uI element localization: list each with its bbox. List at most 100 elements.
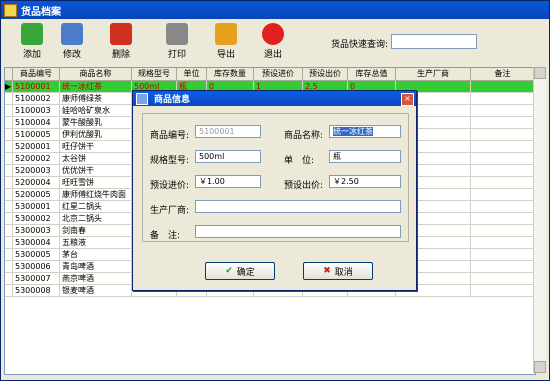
- table-cell[interactable]: 伊利优酸乳: [60, 129, 132, 140]
- row-indicator-header: [5, 68, 13, 80]
- table-cell[interactable]: [471, 93, 535, 104]
- dialog-title: 商品信息: [154, 95, 191, 105]
- row-indicator: [5, 273, 13, 284]
- row-indicator: [5, 141, 13, 152]
- table-cell[interactable]: [471, 201, 535, 212]
- table-cell[interactable]: 银麦啤酒: [60, 285, 132, 296]
- table-cell[interactable]: 5200003: [13, 165, 60, 176]
- table-cell[interactable]: [471, 153, 535, 164]
- unit-label: 单 位:: [284, 156, 315, 166]
- header-qty[interactable]: 库存数量: [207, 68, 254, 80]
- table-cell[interactable]: 青岛啤酒: [60, 261, 132, 272]
- exit-button[interactable]: 退出: [256, 23, 290, 60]
- table-cell[interactable]: 5300005: [13, 249, 60, 260]
- table-cell[interactable]: [471, 129, 535, 140]
- table-cell[interactable]: 娃哈哈矿泉水: [60, 105, 132, 116]
- table-cell[interactable]: 剑南春: [60, 225, 132, 236]
- table-cell[interactable]: 5100002: [13, 93, 60, 104]
- scroll-up-button[interactable]: [534, 67, 546, 79]
- table-cell[interactable]: 5200002: [13, 153, 60, 164]
- table-cell[interactable]: [471, 105, 535, 116]
- table-cell[interactable]: 5200001: [13, 141, 60, 152]
- table-cell[interactable]: [471, 213, 535, 224]
- table-cell[interactable]: [471, 273, 535, 284]
- maker-field[interactable]: [195, 200, 401, 213]
- table-cell[interactable]: 5300007: [13, 273, 60, 284]
- table-cell[interactable]: [471, 81, 535, 92]
- table-cell[interactable]: 5200004: [13, 177, 60, 188]
- table-cell[interactable]: 旺仔饼干: [60, 141, 132, 152]
- table-cell[interactable]: [471, 225, 535, 236]
- in-price-field[interactable]: ￥1.00: [195, 175, 261, 188]
- toolbar: 添加 修改 删除 打印 导出 退出 货品快速查询:: [1, 21, 549, 61]
- header-unit[interactable]: 单位: [177, 68, 207, 80]
- table-cell[interactable]: [471, 117, 535, 128]
- unit-field[interactable]: 瓶: [329, 150, 401, 163]
- print-button[interactable]: 打印: [160, 23, 194, 60]
- header-code[interactable]: 商品编号: [13, 68, 60, 80]
- table-cell[interactable]: 5300008: [13, 285, 60, 296]
- spec-field[interactable]: 500ml: [195, 150, 261, 163]
- scroll-down-button[interactable]: [534, 361, 546, 373]
- header-out-price[interactable]: 预设出价: [303, 68, 348, 80]
- table-cell[interactable]: [471, 261, 535, 272]
- table-cell[interactable]: 5100004: [13, 117, 60, 128]
- table-cell[interactable]: 5300004: [13, 237, 60, 248]
- table-cell[interactable]: 太谷饼: [60, 153, 132, 164]
- table-cell[interactable]: [471, 177, 535, 188]
- edit-label: 修改: [62, 50, 81, 60]
- table-cell[interactable]: 康师傅绿茶: [60, 93, 132, 104]
- table-cell[interactable]: 旺旺雪饼: [60, 177, 132, 188]
- ok-button[interactable]: ✔ 确定: [205, 262, 275, 280]
- exit-label: 退出: [263, 50, 282, 60]
- header-maker[interactable]: 生产厂商: [396, 68, 471, 80]
- delete-label: 删除: [111, 50, 130, 60]
- header-total[interactable]: 库存总值: [348, 68, 396, 80]
- cancel-button[interactable]: ✖ 取消: [303, 262, 373, 280]
- table-cell[interactable]: 统一冰红茶: [60, 81, 132, 92]
- edit-button[interactable]: 修改: [55, 23, 89, 60]
- delete-button[interactable]: 删除: [104, 23, 138, 60]
- table-cell[interactable]: [471, 249, 535, 260]
- header-in-price[interactable]: 预设进价: [254, 68, 303, 80]
- table-cell[interactable]: 茅台: [60, 249, 132, 260]
- table-cell[interactable]: 北京二锅头: [60, 213, 132, 224]
- table-cell[interactable]: 5300001: [13, 201, 60, 212]
- header-note[interactable]: 备注: [471, 68, 535, 80]
- close-icon[interactable]: ×: [401, 93, 414, 106]
- table-cell[interactable]: 5300002: [13, 213, 60, 224]
- vertical-scrollbar[interactable]: [533, 67, 546, 373]
- name-field[interactable]: 统一冰红茶: [329, 125, 401, 138]
- table-cell[interactable]: 蒙牛酸酸乳: [60, 117, 132, 128]
- product-info-dialog: 商品信息 × 商品编号: 5100001 商品名称: 统一冰红茶 规格型号: 5…: [132, 90, 417, 291]
- note-field[interactable]: [195, 225, 401, 238]
- table-cell[interactable]: 五粮液: [60, 237, 132, 248]
- window-title: 货品档案: [21, 6, 61, 18]
- table-cell[interactable]: [471, 189, 535, 200]
- row-indicator: [5, 165, 13, 176]
- table-cell[interactable]: [471, 285, 535, 296]
- table-cell[interactable]: 红星二锅头: [60, 201, 132, 212]
- header-spec[interactable]: 规格型号: [132, 68, 177, 80]
- out-price-field[interactable]: ￥2.50: [329, 175, 401, 188]
- table-cell[interactable]: 5300003: [13, 225, 60, 236]
- table-cell[interactable]: [471, 165, 535, 176]
- dialog-icon: [136, 92, 148, 105]
- table-cell[interactable]: 燕京啤酒: [60, 273, 132, 284]
- table-cell[interactable]: 康师傅红烧牛肉面: [60, 189, 132, 200]
- search-input[interactable]: [391, 34, 477, 49]
- export-button[interactable]: 导出: [209, 23, 243, 60]
- table-cell[interactable]: 5200005: [13, 189, 60, 200]
- table-cell[interactable]: 5100005: [13, 129, 60, 140]
- header-name[interactable]: 商品名称: [60, 68, 132, 80]
- table-cell[interactable]: 5100001: [13, 81, 60, 92]
- row-indicator: [5, 213, 13, 224]
- table-cell[interactable]: [471, 141, 535, 152]
- table-cell[interactable]: 优优饼干: [60, 165, 132, 176]
- table-cell[interactable]: 5100003: [13, 105, 60, 116]
- code-field[interactable]: 5100001: [195, 125, 261, 138]
- unit-value: 瓶: [333, 152, 341, 161]
- add-button[interactable]: 添加: [15, 23, 49, 60]
- table-cell[interactable]: [471, 237, 535, 248]
- table-cell[interactable]: 5300006: [13, 261, 60, 272]
